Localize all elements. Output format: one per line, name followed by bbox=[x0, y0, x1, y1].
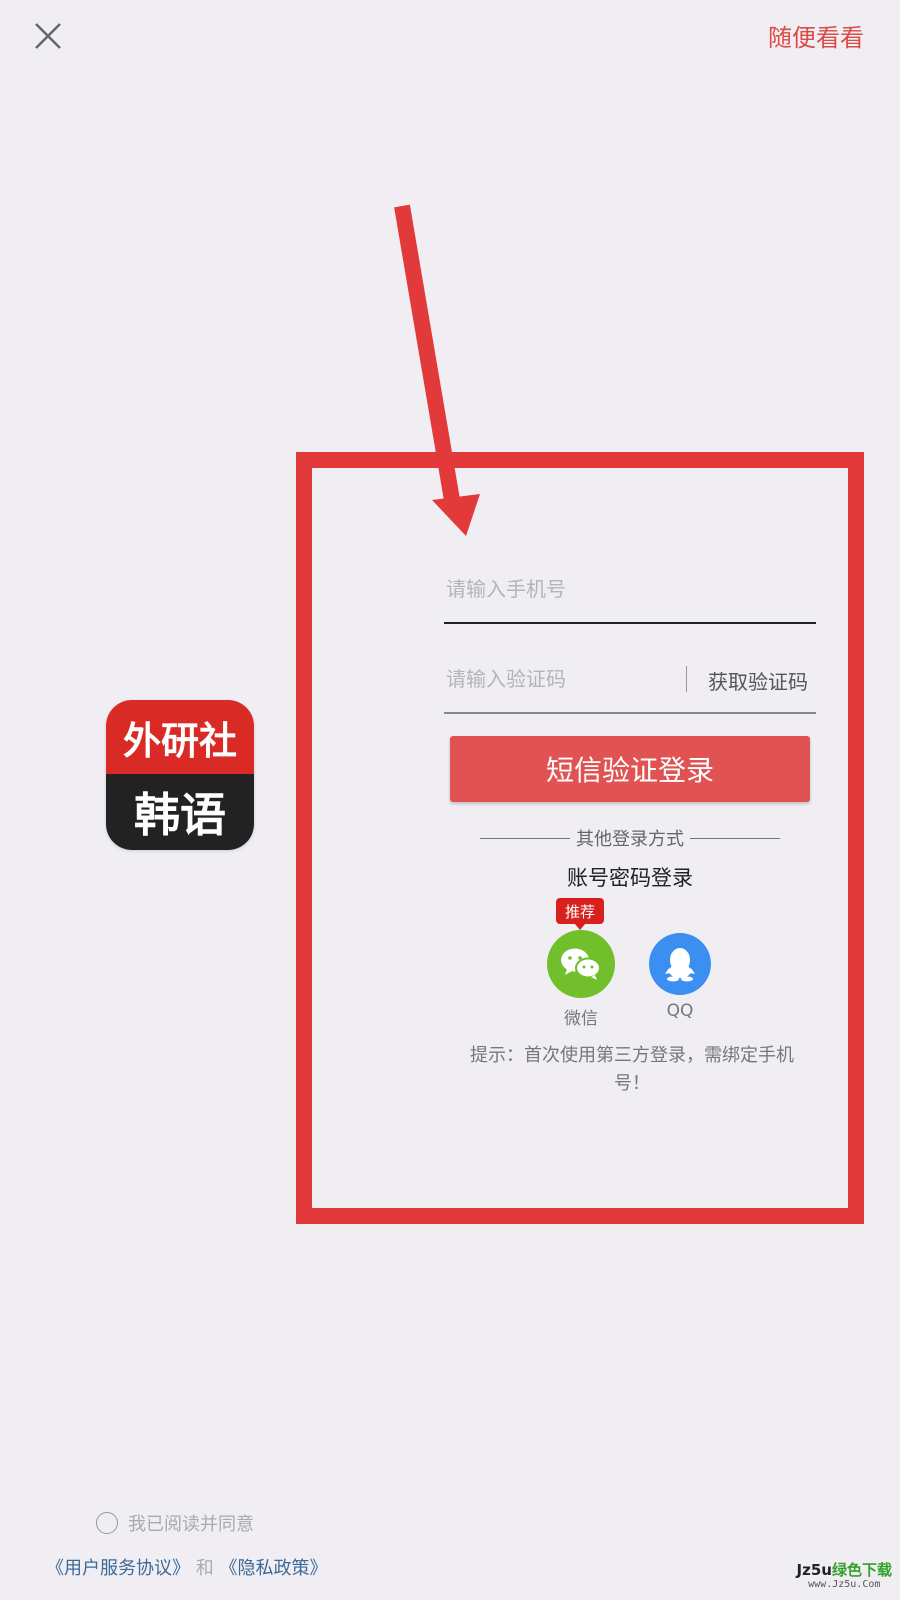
logo-line2: 韩语 bbox=[106, 774, 254, 850]
wechat-label: 微信 bbox=[564, 1009, 598, 1029]
recommend-badge: 推荐 bbox=[556, 898, 604, 930]
qq-icon bbox=[649, 933, 711, 995]
divider-line-right bbox=[690, 837, 780, 839]
phone-field[interactable] bbox=[444, 558, 816, 624]
app-logo: 外研社 韩语 bbox=[106, 700, 254, 850]
wechat-icon bbox=[547, 930, 615, 998]
divider-line-left bbox=[480, 837, 570, 839]
close-icon bbox=[35, 23, 61, 49]
watermark-url: www.Jz5u.Com bbox=[808, 1579, 881, 1590]
agreement-radio[interactable] bbox=[96, 1512, 118, 1534]
close-button[interactable] bbox=[30, 18, 66, 54]
get-code-button[interactable]: 获取验证码 bbox=[708, 666, 808, 695]
watermark-brand-suffix: 绿色下载 bbox=[831, 1561, 892, 1579]
code-divider bbox=[686, 666, 687, 692]
agreement-links: 《用户服务协议》 和 《隐私政策》 bbox=[46, 1554, 327, 1580]
user-agreement-link[interactable]: 《用户服务协议》 bbox=[46, 1558, 190, 1579]
other-login-divider: 其他登录方式 bbox=[480, 826, 780, 850]
phone-input[interactable] bbox=[444, 568, 688, 610]
watermark: Jz5u绿色下载 www.Jz5u.Com bbox=[797, 1563, 892, 1590]
third-party-login-tip: 提示：首次使用第三方登录，需绑定手机号！ bbox=[470, 1045, 794, 1094]
account-password-login-link[interactable]: 账号密码登录 bbox=[480, 862, 780, 892]
other-login-title: 其他登录方式 bbox=[576, 829, 684, 850]
agreement-and-text: 和 bbox=[195, 1558, 214, 1579]
browse-without-login-link[interactable]: 随便看看 bbox=[768, 18, 864, 53]
sms-login-button[interactable]: 短信验证登录 bbox=[450, 736, 810, 802]
qq-login-button[interactable]: QQ bbox=[645, 930, 715, 1021]
verification-code-input[interactable] bbox=[444, 658, 688, 700]
privacy-policy-link[interactable]: 《隐私政策》 bbox=[219, 1558, 327, 1579]
agreement-label: 我已阅读并同意 bbox=[128, 1514, 254, 1535]
watermark-brand-prefix: Jz5u bbox=[796, 1561, 832, 1579]
qq-label: QQ bbox=[666, 1001, 694, 1021]
logo-line1: 外研社 bbox=[106, 700, 254, 774]
wechat-login-button[interactable]: 微信 bbox=[546, 930, 616, 1029]
code-field[interactable]: 获取验证码 bbox=[444, 648, 816, 714]
agreement-checkbox-row[interactable]: 我已阅读并同意 bbox=[96, 1510, 254, 1536]
